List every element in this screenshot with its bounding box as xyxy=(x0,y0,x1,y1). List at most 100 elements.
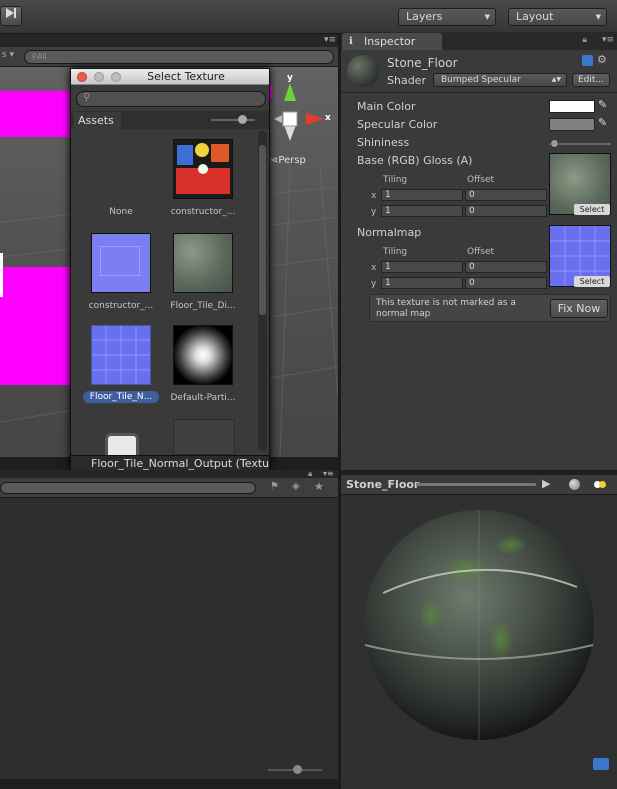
tiling-label: Tiling xyxy=(383,247,408,257)
x-label: x xyxy=(371,191,377,201)
project-panel xyxy=(0,498,338,779)
info-icon: ℹ xyxy=(349,36,353,47)
lock-icon[interactable]: 🔒︎ xyxy=(308,469,312,479)
scene-tab-strip: ▾≡ xyxy=(0,34,340,47)
warning-text: This texture is not marked as a normal m… xyxy=(376,298,516,319)
icon-size-slider-thumb[interactable] xyxy=(293,765,302,774)
texture-label: constructor_... xyxy=(170,207,236,217)
main-color-swatch[interactable] xyxy=(549,100,595,113)
base-tiling-y-field[interactable]: 1 xyxy=(381,205,463,217)
shininess-slider-thumb[interactable] xyxy=(549,139,559,148)
normal-offset-x-field[interactable]: 0 xyxy=(465,261,547,273)
picker-title: Select Texture xyxy=(147,70,225,83)
magenta-object-top xyxy=(0,91,70,137)
project-search-input[interactable] xyxy=(0,482,256,494)
texture-item-constructor-diffuse[interactable]: constructor_... xyxy=(161,139,245,219)
texture-label-selected: Floor_Tile_N... xyxy=(83,391,159,403)
play-icon[interactable]: ▶ xyxy=(542,477,550,490)
tab-inspector-label: Inspector xyxy=(364,35,416,48)
base-offset-x-field[interactable]: 0 xyxy=(465,189,547,201)
texture-item-floor-tile-diffuse[interactable]: Floor_Tile_Di... xyxy=(161,233,245,313)
step-forward-icon[interactable] xyxy=(0,6,22,26)
material-preview[interactable] xyxy=(341,495,617,789)
picker-scrollbar[interactable] xyxy=(258,131,267,451)
gizmo-x-label: x xyxy=(325,113,331,123)
tab-inspector[interactable]: ℹ Inspector xyxy=(342,33,442,50)
select-texture-window: Select Texture ⚲ Assets None constructor… xyxy=(70,68,270,472)
texture-item-none[interactable]: None xyxy=(79,139,163,219)
panel-menu-icon[interactable]: ▾≡ xyxy=(323,469,334,478)
inspector-panel: Stone_Floor ⚙ Shader Bumped Specular ▲▼ … xyxy=(341,50,617,470)
normal-offset-y-field[interactable]: 0 xyxy=(465,277,547,289)
texture-item-default-particle[interactable]: Default-Parti... xyxy=(161,325,245,405)
main-color-label: Main Color xyxy=(357,100,416,113)
offset-label: Offset xyxy=(467,175,495,185)
normal-tiling-x-field[interactable]: 1 xyxy=(381,261,463,273)
shininess-label: Shininess xyxy=(357,136,410,149)
help-icon[interactable] xyxy=(582,55,593,66)
texture-thumbnail xyxy=(173,233,233,293)
lock-icon[interactable]: 🔒︎ xyxy=(582,35,587,45)
specular-color-swatch[interactable] xyxy=(549,118,595,131)
asset-label-icon[interactable] xyxy=(593,758,609,770)
shininess-slider[interactable] xyxy=(549,139,611,148)
scene-gizmo[interactable]: y x xyxy=(270,73,336,145)
eyedropper-icon[interactable]: ✎ xyxy=(598,98,607,111)
texture-item-partial[interactable] xyxy=(173,419,235,455)
fix-now-button[interactable]: Fix Now xyxy=(550,299,608,318)
y-label: y xyxy=(371,279,377,289)
texture-thumbnail xyxy=(173,325,233,385)
preview-sphere-icon[interactable] xyxy=(569,479,580,490)
label-icon[interactable]: ◈ xyxy=(292,481,300,492)
base-tiling-x-field[interactable]: 1 xyxy=(381,189,463,201)
base-offset-y-field[interactable]: 0 xyxy=(465,205,547,217)
picker-search-input[interactable]: ⚲ xyxy=(76,91,266,107)
normal-tiling-y-field[interactable]: 1 xyxy=(381,277,463,289)
favorite-star-icon[interactable]: ★ xyxy=(314,480,324,493)
layout-label: Layout xyxy=(516,10,554,23)
panel-menu-icon[interactable]: ▾≡ xyxy=(602,35,614,45)
picker-scrollbar-thumb[interactable] xyxy=(259,145,266,315)
scene-search-input[interactable]: ⚲All xyxy=(24,50,334,64)
normalmap-texture-slot[interactable]: Select xyxy=(549,225,611,287)
close-button[interactable] xyxy=(77,72,87,82)
gear-icon[interactable]: ⚙ xyxy=(597,53,607,66)
normalmap-label: Normalmap xyxy=(357,226,422,239)
preview-lights-icon[interactable] xyxy=(594,480,606,489)
zoom-slider[interactable] xyxy=(211,119,255,121)
base-select-button[interactable]: Select xyxy=(574,204,610,215)
tab-assets[interactable]: Assets xyxy=(73,112,121,129)
texture-label: Default-Parti... xyxy=(170,393,236,403)
texture-thumbnail xyxy=(91,233,151,293)
zoom-button[interactable] xyxy=(111,72,121,82)
persp-label[interactable]: ⋖Persp xyxy=(270,155,306,166)
texture-item-partial[interactable] xyxy=(105,433,139,455)
specular-color-label: Specular Color xyxy=(357,118,438,131)
material-preview-icon xyxy=(347,55,379,87)
scene-menu-icon[interactable]: s ▾ xyxy=(2,50,14,60)
shader-dropdown[interactable]: Bumped Specular ▲▼ xyxy=(433,73,567,87)
layers-dropdown[interactable]: Layers ▼ xyxy=(398,8,496,26)
normalmap-select-button[interactable]: Select xyxy=(574,276,610,287)
magenta-object-bottom xyxy=(0,267,70,385)
panel-menu-icon[interactable]: ▾≡ xyxy=(324,35,336,45)
texture-thumbnail xyxy=(173,139,233,199)
chevron-down-icon: ▲▼ xyxy=(551,76,561,83)
eyedropper-icon[interactable]: ✎ xyxy=(598,116,607,129)
minimize-button[interactable] xyxy=(94,72,104,82)
y-label: y xyxy=(371,207,377,217)
layout-dropdown[interactable]: Layout ▼ xyxy=(508,8,607,26)
zoom-slider-thumb[interactable] xyxy=(238,115,247,124)
filter-by-type-icon[interactable]: ⚑ xyxy=(270,481,279,492)
preview-drag-bar[interactable] xyxy=(416,483,536,486)
tiling-label: Tiling xyxy=(383,175,408,185)
panel-splitter[interactable] xyxy=(0,470,340,478)
shader-label: Shader xyxy=(387,74,426,87)
edit-shader-button[interactable]: Edit... xyxy=(572,73,610,87)
base-texture-slot[interactable]: Select xyxy=(549,153,611,215)
texture-item-floor-tile-normal[interactable]: Floor_Tile_N... xyxy=(79,325,163,407)
texture-item-constructor-normal[interactable]: constructor_... xyxy=(79,233,163,313)
selection-handle xyxy=(0,253,3,297)
scene-toolbar: s ▾ ⚲All xyxy=(0,47,338,67)
chevron-down-icon: ▼ xyxy=(484,13,490,21)
